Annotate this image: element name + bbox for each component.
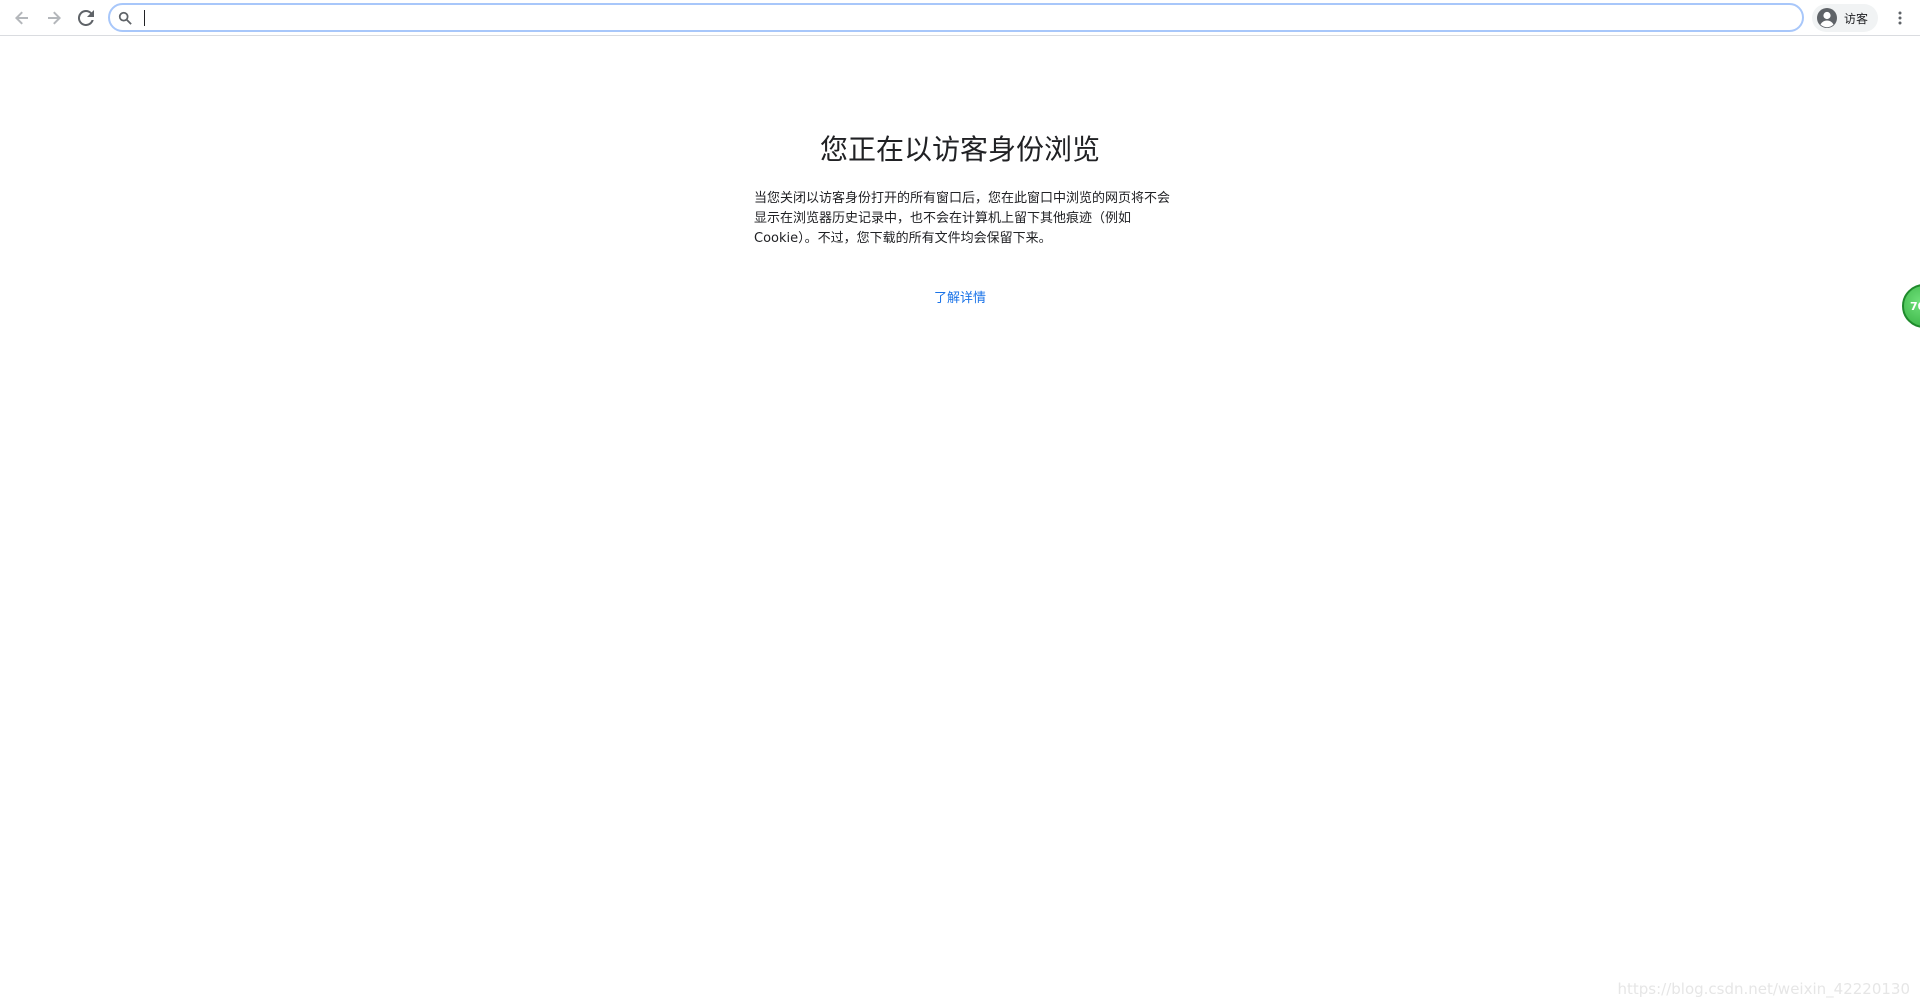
forward-button[interactable] xyxy=(40,4,68,32)
kebab-menu-icon xyxy=(1898,11,1902,25)
browser-menu-button[interactable] xyxy=(1886,4,1914,32)
guest-mode-description: 当您关闭以访客身份打开的所有窗口后，您在此窗口中浏览的网页将不会显示在浏览器历史… xyxy=(754,191,1171,246)
profile-button[interactable]: 访客 xyxy=(1812,4,1878,32)
reload-button[interactable] xyxy=(72,4,100,32)
browser-toolbar: 访客 xyxy=(0,0,1920,36)
arrow-right-icon xyxy=(48,11,61,25)
page-title: 您正在以访客身份浏览 xyxy=(819,133,1100,166)
reload-icon xyxy=(78,10,94,26)
search-icon xyxy=(118,10,134,26)
arrow-left-icon xyxy=(15,11,28,25)
text-caret xyxy=(144,10,145,26)
learn-more-link[interactable]: 了解详情 xyxy=(934,291,986,306)
guest-mode-page: 您正在以访客身份浏览 当您关闭以访客身份打开的所有窗口后，您在此窗口中浏览的网页… xyxy=(0,36,1920,1006)
avatar-icon xyxy=(1816,7,1838,29)
watermark: https://blog.csdn.net/weixin_42220130 xyxy=(1617,980,1910,998)
address-bar[interactable] xyxy=(108,3,1804,32)
back-button[interactable] xyxy=(8,4,36,32)
address-input[interactable] xyxy=(140,7,1780,28)
learn-more-container: 了解详情 xyxy=(0,290,1920,308)
profile-label: 访客 xyxy=(1844,11,1869,26)
